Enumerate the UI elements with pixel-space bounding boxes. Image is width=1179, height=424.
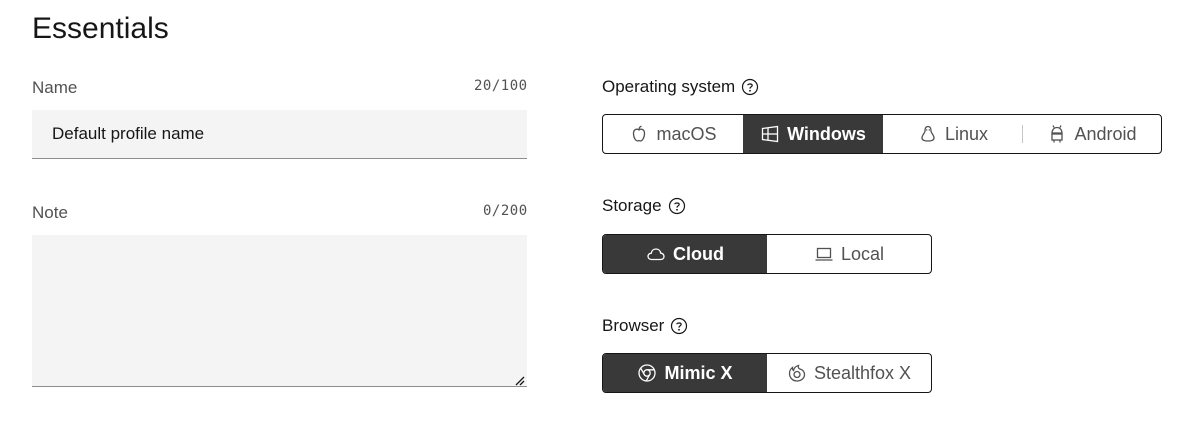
name-input[interactable]: [32, 110, 527, 159]
storage-option-cloud[interactable]: Cloud: [603, 235, 767, 273]
browser-label-row: Browser: [602, 316, 688, 336]
help-icon[interactable]: [741, 78, 759, 96]
browser-label: Browser: [602, 316, 665, 335]
note-textarea[interactable]: [32, 235, 527, 387]
os-option-android[interactable]: Android: [1023, 115, 1161, 153]
storage-label-row: Storage: [602, 196, 686, 216]
os-option-linux[interactable]: Linux: [883, 115, 1023, 153]
os-option-label: macOS: [656, 123, 717, 144]
os-selector: macOS Windows Linux Android: [602, 114, 1162, 154]
windows-icon: [761, 125, 779, 143]
cloud-icon: [647, 248, 665, 261]
resize-handle-icon[interactable]: [513, 374, 525, 386]
android-icon: [1051, 125, 1064, 143]
browser-option-label: Mimic X: [664, 362, 733, 383]
note-counter: 0/200: [483, 203, 528, 219]
help-icon[interactable]: [668, 197, 686, 215]
storage-option-local[interactable]: Local: [767, 235, 931, 273]
chromium-icon: [638, 364, 657, 382]
name-counter: 20/100: [474, 78, 528, 94]
os-option-label: Linux: [944, 123, 989, 144]
browser-option-stealthfox-x[interactable]: Stealthfox X: [767, 354, 931, 392]
storage-option-label: Local: [840, 243, 885, 264]
os-option-label: Android: [1074, 123, 1137, 144]
os-option-label: Windows: [787, 123, 866, 144]
browser-option-label: Stealthfox X: [813, 362, 912, 383]
note-label: Note: [32, 203, 68, 222]
storage-option-label: Cloud: [673, 243, 724, 264]
storage-label: Storage: [602, 196, 662, 215]
browser-selector: Mimic X Stealthfox X: [602, 353, 932, 393]
laptop-icon: [815, 247, 833, 261]
os-label: Operating system: [602, 77, 736, 96]
browser-option-mimic-x[interactable]: Mimic X: [603, 354, 767, 392]
os-option-windows[interactable]: Windows: [743, 115, 883, 153]
linux-icon: [921, 125, 935, 142]
storage-selector: Cloud Local: [602, 234, 932, 274]
os-option-macos[interactable]: macOS: [603, 115, 743, 153]
help-icon[interactable]: [670, 317, 688, 335]
name-label: Name: [32, 78, 78, 97]
section-title: Essentials: [32, 12, 169, 45]
firefox-icon: [788, 364, 806, 382]
apple-icon: [633, 125, 646, 142]
os-label-row: Operating system: [602, 77, 759, 97]
